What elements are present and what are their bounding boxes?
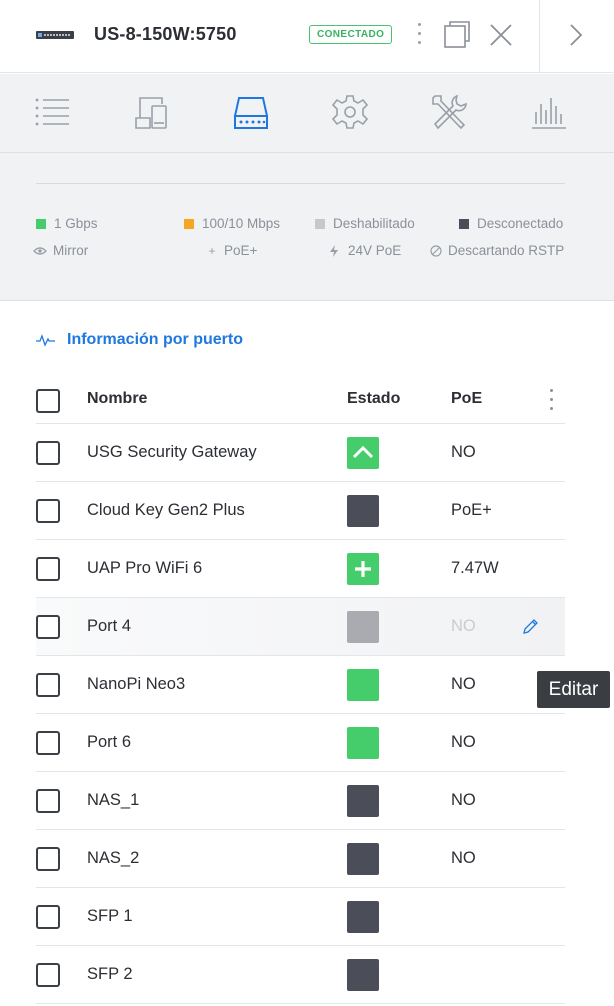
row-checkbox[interactable] bbox=[36, 441, 60, 465]
eye-icon bbox=[33, 246, 47, 255]
port-state-gbps bbox=[347, 669, 379, 701]
table-header: Nombre Estado PoE bbox=[36, 376, 565, 424]
port-name: NAS_2 bbox=[87, 849, 140, 867]
table-row[interactable]: SFP 2 bbox=[36, 946, 565, 1004]
tools-icon[interactable] bbox=[429, 92, 469, 132]
window-icon[interactable] bbox=[444, 21, 470, 48]
devices-icon[interactable] bbox=[132, 92, 172, 132]
port-name: Port 4 bbox=[87, 617, 132, 635]
tab-bar bbox=[0, 74, 614, 153]
port-poe: NO bbox=[451, 733, 476, 751]
port-name: Cloud Key Gen2 Plus bbox=[87, 501, 245, 519]
row-checkbox[interactable] bbox=[36, 673, 60, 697]
mbps-swatch bbox=[184, 218, 194, 229]
port-state-uplink bbox=[347, 437, 379, 469]
port-state-poe-plus bbox=[347, 553, 379, 585]
port-state-disconnected bbox=[347, 495, 379, 527]
table-row[interactable]: Cloud Key Gen2 Plus PoE+ bbox=[36, 482, 565, 540]
port-name: UAP Pro WiFi 6 bbox=[87, 559, 203, 577]
pencil-icon[interactable] bbox=[522, 618, 539, 635]
legend-24v-poe: 24V PoE bbox=[329, 243, 401, 258]
port-poe: NO bbox=[451, 443, 476, 461]
disconnected-swatch bbox=[459, 218, 469, 229]
chevron-up-icon bbox=[352, 445, 374, 459]
chevron-right-icon[interactable] bbox=[569, 23, 583, 47]
row-checkbox[interactable] bbox=[36, 847, 60, 871]
port-state-gbps bbox=[347, 727, 379, 759]
legend-mirror: Mirror bbox=[33, 243, 88, 258]
port-name: Port 6 bbox=[87, 733, 132, 751]
port-state-disabled bbox=[347, 611, 379, 643]
plus-icon: + bbox=[208, 243, 216, 258]
status-badge: CONECTADO bbox=[309, 25, 393, 44]
kebab-icon[interactable] bbox=[413, 20, 427, 48]
port-poe: NO bbox=[451, 675, 476, 693]
legend-gbps: 1 Gbps bbox=[36, 216, 98, 231]
table-row[interactable]: USG Security Gateway NO bbox=[36, 424, 565, 482]
ports-icon[interactable] bbox=[231, 92, 271, 132]
disabled-swatch bbox=[315, 218, 325, 229]
plus-icon bbox=[355, 561, 371, 577]
table-row[interactable]: SFP 1 bbox=[36, 888, 565, 946]
port-name: NanoPi Neo3 bbox=[87, 675, 186, 693]
port-name: SFP 1 bbox=[87, 907, 133, 925]
port-table: Nombre Estado PoE USG Security Gateway N… bbox=[36, 376, 565, 1004]
gbps-swatch bbox=[36, 218, 46, 229]
row-checkbox[interactable] bbox=[36, 905, 60, 929]
select-all-checkbox[interactable] bbox=[36, 389, 60, 413]
port-state-disconnected bbox=[347, 843, 379, 875]
table-row[interactable]: UAP Pro WiFi 6 7.47W bbox=[36, 540, 565, 598]
legend-mbps: 100/10 Mbps bbox=[184, 216, 280, 231]
legend-disabled: Deshabilitado bbox=[315, 216, 415, 231]
table-row[interactable]: Port 6 NO bbox=[36, 714, 565, 772]
device-header: US-8-150W:5750 CONECTADO bbox=[0, 0, 614, 73]
stats-icon[interactable] bbox=[528, 92, 568, 132]
port-state-disconnected bbox=[347, 785, 379, 817]
legend-rstp: Descartando RSTP bbox=[430, 243, 564, 258]
blocked-icon bbox=[430, 244, 442, 257]
section-title[interactable]: Información por puerto bbox=[36, 331, 243, 349]
port-poe: 7.47W bbox=[451, 559, 499, 577]
settings-icon[interactable] bbox=[330, 92, 370, 132]
column-poe-header[interactable]: PoE bbox=[451, 390, 482, 408]
row-checkbox[interactable] bbox=[36, 499, 60, 523]
port-name: NAS_1 bbox=[87, 791, 140, 809]
row-checkbox[interactable] bbox=[36, 789, 60, 813]
legend-poe-plus: + PoE+ bbox=[206, 243, 257, 258]
port-name: SFP 2 bbox=[87, 965, 133, 983]
port-state-disconnected bbox=[347, 901, 379, 933]
row-checkbox[interactable] bbox=[36, 963, 60, 987]
table-row[interactable]: NAS_1 NO bbox=[36, 772, 565, 830]
close-icon[interactable] bbox=[489, 23, 513, 47]
row-checkbox[interactable] bbox=[36, 615, 60, 639]
port-poe: NO bbox=[451, 791, 476, 809]
list-icon[interactable] bbox=[33, 92, 73, 132]
column-state-header[interactable]: Estado bbox=[347, 390, 400, 408]
port-legend: 1 Gbps 100/10 Mbps Deshabilitado Descone… bbox=[0, 153, 614, 301]
port-name: USG Security Gateway bbox=[87, 443, 257, 461]
port-state-disconnected bbox=[347, 959, 379, 991]
port-poe: PoE+ bbox=[451, 501, 492, 519]
device-thumbnail bbox=[36, 31, 74, 39]
table-row[interactable]: NAS_2 NO bbox=[36, 830, 565, 888]
edit-tooltip: Editar bbox=[537, 671, 610, 708]
column-name-header[interactable]: Nombre bbox=[87, 390, 147, 408]
columns-menu-icon[interactable] bbox=[545, 386, 559, 414]
header-divider bbox=[539, 0, 540, 73]
table-row[interactable]: Port 4 NO bbox=[36, 598, 565, 656]
device-name: US-8-150W:5750 bbox=[94, 24, 237, 44]
table-row[interactable]: NanoPi Neo3 NO bbox=[36, 656, 565, 714]
port-poe: NO bbox=[451, 617, 476, 635]
port-poe: NO bbox=[451, 849, 476, 867]
legend-divider bbox=[36, 183, 565, 184]
bolt-icon bbox=[330, 244, 338, 257]
activity-icon bbox=[36, 334, 55, 347]
legend-disconnected: Desconectado bbox=[459, 216, 563, 231]
row-checkbox[interactable] bbox=[36, 731, 60, 755]
row-checkbox[interactable] bbox=[36, 557, 60, 581]
